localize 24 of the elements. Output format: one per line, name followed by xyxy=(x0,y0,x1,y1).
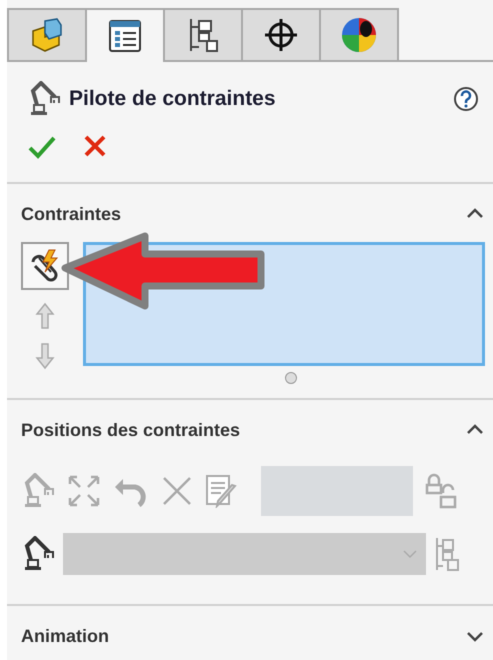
resize-handle[interactable] xyxy=(285,372,297,384)
caret-icon xyxy=(402,549,418,559)
mate-button[interactable] xyxy=(21,242,69,290)
tree-icon xyxy=(187,17,219,53)
panel-tab[interactable] xyxy=(85,8,165,62)
help-button[interactable] xyxy=(453,86,479,112)
section-title: Animation xyxy=(21,626,110,646)
crosshair-icon xyxy=(263,17,299,53)
panel-tab[interactable] xyxy=(163,8,243,60)
panel-tab[interactable] xyxy=(241,8,321,60)
move-down-button[interactable] xyxy=(35,342,55,370)
ok-button[interactable] xyxy=(27,134,57,160)
tree-button[interactable] xyxy=(434,536,460,572)
list-icon xyxy=(108,19,142,53)
lock-button[interactable] xyxy=(425,473,457,509)
panel-title: Pilote de contraintes xyxy=(69,87,277,111)
edit-button[interactable] xyxy=(205,474,239,508)
expand-arrows-button[interactable] xyxy=(67,474,101,508)
delete-button[interactable] xyxy=(161,475,193,507)
panel-tab[interactable] xyxy=(319,8,399,60)
section-title: Positions des contraintes xyxy=(21,420,242,440)
section-title: Contraintes xyxy=(21,204,122,224)
ball-icon xyxy=(340,16,378,54)
move-up-button[interactable] xyxy=(35,302,55,330)
